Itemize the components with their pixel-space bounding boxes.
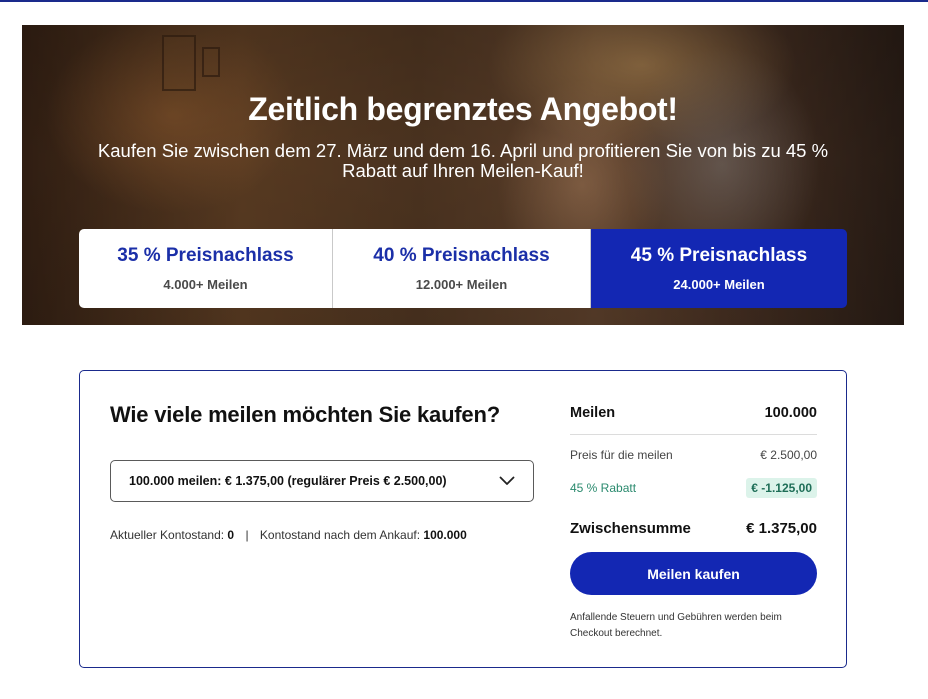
miles-value: 100.000 <box>764 405 817 421</box>
summary-miles-row: Meilen 100.000 <box>570 404 817 422</box>
purchase-card: Wie viele meilen möchten Sie kaufen? 100… <box>79 370 847 668</box>
tier-title: 40 % Preisnachlass <box>373 245 550 266</box>
tier-threshold: 12.000+ Meilen <box>415 277 508 292</box>
tier-45-percent[interactable]: 45 % Preisnachlass 24.000+ Meilen <box>591 229 847 308</box>
banner-title: Zeitlich begrenztes Angebot! <box>248 91 678 127</box>
miles-amount-select[interactable]: 100.000 meilen: € 1.375,00 (regulärer Pr… <box>110 460 534 502</box>
discount-badge: € -1.125,00 <box>746 478 817 498</box>
selected-option: 100.000 meilen: € 1.375,00 (regulärer Pr… <box>129 474 447 488</box>
subtotal-label: Zwischensumme <box>570 519 691 537</box>
price-label: Preis für die meilen <box>570 448 673 462</box>
current-balance-label: Aktueller Kontostand: <box>110 528 225 542</box>
tier-threshold: 24.000+ Meilen <box>673 277 765 292</box>
miles-label: Meilen <box>570 405 616 421</box>
subtotal-value: € 1.375,00 <box>746 519 817 537</box>
tier-threshold: 4.000+ Meilen <box>163 277 248 292</box>
tier-title: 45 % Preisnachlass <box>630 245 808 266</box>
chevron-down-icon <box>499 473 515 489</box>
discount-tiers: 35 % Preisnachlass 4.000+ Meilen 40 % Pr… <box>79 229 847 308</box>
after-balance-label: Kontostand nach dem Ankauf: <box>259 528 421 542</box>
summary-divider <box>570 434 817 435</box>
promo-banner: Zeitlich begrenztes Angebot! Kaufen Sie … <box>22 25 904 325</box>
summary-price-row: Preis für die meilen € 2.500,00 <box>570 447 817 463</box>
balance-info: Aktueller Kontostand: 0 | Kontostand nac… <box>110 528 467 542</box>
summary-discount-row: 45 % Rabatt € -1.125,00 <box>570 477 817 499</box>
after-balance-value: 100.000 <box>423 528 467 542</box>
banner-subtitle: Kaufen Sie zwischen dem 27. März und dem… <box>97 140 829 181</box>
top-rule <box>0 0 928 2</box>
order-summary: Meilen 100.000 Preis für die meilen € 2.… <box>570 404 817 642</box>
tier-title: 35 % Preisnachlass <box>117 245 294 266</box>
separator: | <box>245 528 249 542</box>
summary-subtotal-row: Zwischensumme € 1.375,00 <box>570 518 817 538</box>
price-value: € 2.500,00 <box>760 448 817 462</box>
current-balance-value: 0 <box>227 528 235 542</box>
tier-35-percent[interactable]: 35 % Preisnachlass 4.000+ Meilen <box>79 229 333 308</box>
purchase-question: Wie viele meilen möchten Sie kaufen? <box>110 402 500 427</box>
tier-40-percent[interactable]: 40 % Preisnachlass 12.000+ Meilen <box>333 229 591 308</box>
buy-miles-button[interactable]: Meilen kaufen <box>570 552 817 595</box>
tax-note: Anfallende Steuern und Gebühren werden b… <box>570 612 782 639</box>
discount-label: 45 % Rabatt <box>570 481 637 495</box>
